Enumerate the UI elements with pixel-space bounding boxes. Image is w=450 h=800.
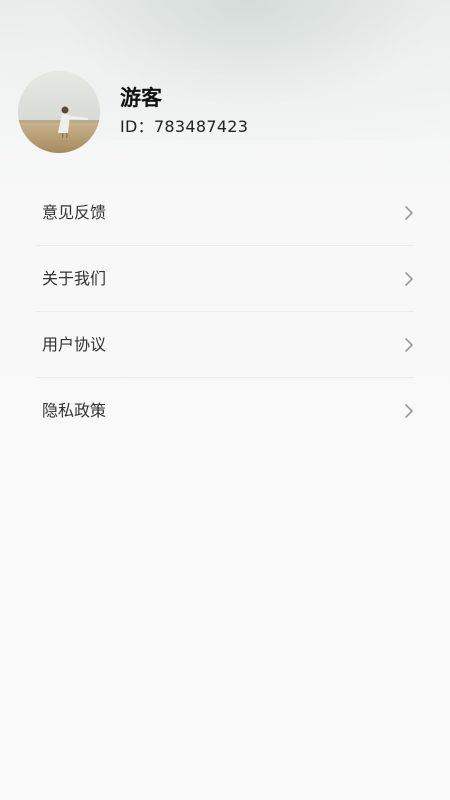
avatar[interactable] xyxy=(18,71,100,153)
user-name: 游客 xyxy=(120,86,162,110)
chevron-right-icon xyxy=(405,404,413,418)
chevron-right-icon xyxy=(405,338,413,352)
menu-item-about-us[interactable]: 关于我们 xyxy=(36,246,414,312)
avatar-photo xyxy=(18,71,100,153)
menu-item-privacy-policy[interactable]: 隐私政策 xyxy=(36,378,414,444)
user-id: ID：783487423 xyxy=(120,117,249,136)
chevron-right-icon xyxy=(405,206,413,220)
settings-menu: 意见反馈 关于我们 用户协议 隐私政策 xyxy=(36,180,414,444)
menu-item-label: 隐私政策 xyxy=(42,401,107,420)
menu-item-label: 意见反馈 xyxy=(42,203,107,222)
menu-item-label: 用户协议 xyxy=(42,335,107,354)
menu-item-user-agreement[interactable]: 用户协议 xyxy=(36,312,414,378)
chevron-right-icon xyxy=(405,272,413,286)
menu-item-label: 关于我们 xyxy=(42,269,107,288)
menu-item-feedback[interactable]: 意见反馈 xyxy=(36,180,414,246)
profile-header: 游客 ID：783487423 xyxy=(18,71,438,153)
